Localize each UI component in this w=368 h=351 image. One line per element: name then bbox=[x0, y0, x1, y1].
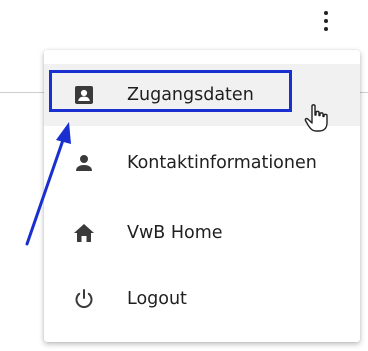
menu-item-logout[interactable]: Logout bbox=[44, 268, 360, 330]
menu-item-label: Kontaktinformationen bbox=[127, 153, 317, 173]
home-icon bbox=[72, 221, 96, 245]
person-icon bbox=[72, 151, 96, 175]
menu-item-kontaktinformationen[interactable]: Kontaktinformationen bbox=[44, 132, 360, 194]
menu-item-vwb-home[interactable]: VwB Home bbox=[44, 202, 360, 264]
more-options-icon[interactable] bbox=[317, 8, 335, 34]
power-icon bbox=[72, 287, 96, 311]
user-dropdown-menu: Zugangsdaten Kontaktinformationen VwB Ho… bbox=[44, 50, 360, 342]
menu-item-label: VwB Home bbox=[127, 223, 223, 243]
menu-item-label: Logout bbox=[127, 289, 187, 309]
hand-pointer-icon bbox=[304, 104, 328, 132]
menu-item-label: Zugangsdaten bbox=[127, 85, 254, 105]
account-box-icon bbox=[72, 83, 96, 107]
